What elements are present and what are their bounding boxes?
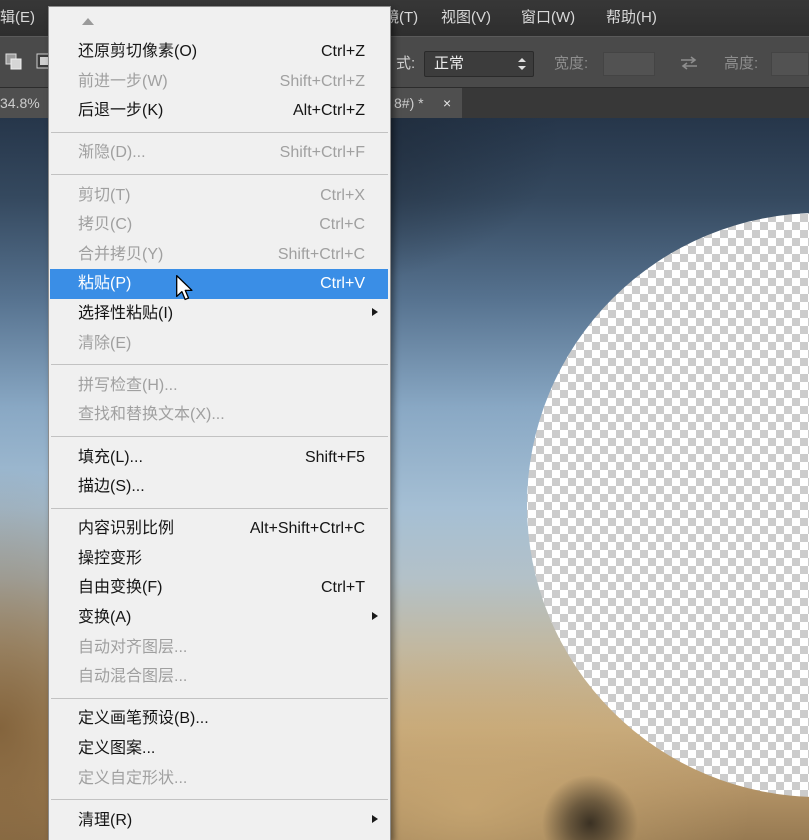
- menu-item-fade: 渐隐(D)... Shift+Ctrl+F: [49, 138, 390, 168]
- menu-item-shortcut: Alt+Shift+Ctrl+C: [249, 520, 365, 538]
- submenu-arrow-icon: [372, 814, 378, 823]
- scroll-up-arrow-icon: [82, 18, 94, 25]
- menu-item-label: 合并拷贝(Y): [78, 245, 164, 263]
- menu-item-label: 剪切(T): [78, 186, 131, 204]
- menu-item-copy: 拷贝(C) Ctrl+C: [49, 210, 390, 240]
- menu-separator: [49, 430, 390, 443]
- mouse-cursor-icon: [176, 275, 193, 301]
- menu-scroll-up[interactable]: [49, 7, 390, 37]
- submenu-arrow-icon: [372, 307, 378, 316]
- menu-item-label: 拷贝(C): [78, 216, 133, 234]
- menu-separator: [49, 358, 390, 371]
- height-label: 高度:: [724, 55, 759, 72]
- menu-separator: [49, 793, 390, 806]
- menu-item-label: 自由变换(F): [78, 579, 163, 597]
- menu-item-step-backward[interactable]: 后退一步(K) Alt+Ctrl+Z: [49, 96, 390, 126]
- menu-item-define-custom-shape: 定义自定形状...: [49, 764, 390, 794]
- menu-item-label: 拼写检查(H)...: [78, 376, 178, 394]
- menu-item-shortcut: Ctrl+T: [321, 579, 365, 597]
- menu-item-find-replace-text: 查找和替换文本(X)...: [49, 400, 390, 430]
- menu-item-content-aware-scale[interactable]: 内容识别比例 Alt+Shift+Ctrl+C: [49, 514, 390, 544]
- tool-preset-icon[interactable]: [5, 53, 23, 71]
- menu-item-step-forward: 前进一步(W) Shift+Ctrl+Z: [49, 67, 390, 97]
- menu-item-paste[interactable]: 粘贴(P) Ctrl+V: [49, 269, 390, 299]
- menu-item-label: 粘贴(P): [78, 275, 132, 293]
- menu-item-transform[interactable]: 变换(A): [49, 603, 390, 633]
- menu-item-cut: 剪切(T) Ctrl+X: [49, 181, 390, 211]
- menu-item-label: 渐隐(D)...: [78, 144, 146, 162]
- submenu-arrow-icon: [372, 611, 378, 620]
- menu-edit[interactable]: 辑(E): [0, 0, 35, 36]
- menu-item-auto-align-layers: 自动对齐图层...: [49, 633, 390, 663]
- menu-item-stroke[interactable]: 描边(S)...: [49, 472, 390, 502]
- menu-item-label: 还原剪切像素(O): [78, 43, 198, 60]
- menu-item-label: 描边(S)...: [78, 478, 145, 496]
- menu-item-shortcut: Ctrl+X: [320, 186, 365, 204]
- menu-separator: [49, 126, 390, 139]
- style-label: 式:: [396, 55, 416, 72]
- menu-item-purge[interactable]: 清理(R): [49, 806, 390, 836]
- menu-item-label: 内容识别比例: [78, 520, 175, 538]
- menu-item-shortcut: Ctrl+Z: [321, 43, 365, 60]
- menu-item-label: 查找和替换文本(X)...: [78, 406, 225, 424]
- close-tab-icon[interactable]: ×: [443, 88, 451, 118]
- style-select[interactable]: 正常: [424, 51, 534, 77]
- menu-item-shortcut: Shift+F5: [304, 448, 365, 466]
- menu-item-paste-special[interactable]: 选择性粘贴(I): [49, 299, 390, 329]
- menu-item-shortcut: Alt+Ctrl+Z: [292, 102, 365, 120]
- menu-item-label: 操控变形: [78, 549, 143, 567]
- edit-menu-dropdown: 还原剪切像素(O) Ctrl+Z 前进一步(W) Shift+Ctrl+Z 后退…: [48, 6, 391, 840]
- menu-separator: [49, 168, 390, 181]
- menu-item-shortcut: Ctrl+V: [320, 275, 365, 293]
- menu-item-label: 定义图案...: [78, 740, 156, 758]
- menu-separator: [49, 502, 390, 515]
- height-input[interactable]: [771, 52, 809, 76]
- menu-item-label: 清理(R): [78, 811, 133, 829]
- select-arrows-icon: [518, 58, 526, 70]
- document-tab-title[interactable]: 8#) *: [394, 88, 424, 118]
- menu-item-label: 填充(L)...: [78, 448, 143, 466]
- menu-item-label: 定义画笔预设(B)...: [78, 710, 209, 728]
- menu-item-clear: 清除(E): [49, 329, 390, 359]
- menu-item-puppet-warp[interactable]: 操控变形: [49, 544, 390, 574]
- swap-dimensions-icon[interactable]: [679, 56, 699, 70]
- width-input[interactable]: [603, 52, 655, 76]
- menu-item-label: 变换(A): [78, 609, 132, 627]
- menu-item-copy-merged: 合并拷贝(Y) Shift+Ctrl+C: [49, 240, 390, 270]
- menu-item-label: 定义自定形状...: [78, 769, 188, 787]
- menu-window[interactable]: 窗口(W): [521, 0, 575, 36]
- menu-help[interactable]: 帮助(H): [606, 0, 657, 36]
- menu-item-shortcut: Shift+Ctrl+F: [279, 144, 365, 162]
- menu-item-label: 自动对齐图层...: [78, 638, 188, 656]
- menu-item-label: 选择性粘贴(I): [78, 304, 174, 322]
- menu-item-auto-blend-layers: 自动混合图层...: [49, 662, 390, 692]
- menu-item-label: 清除(E): [78, 334, 132, 352]
- menu-item-label: 前进一步(W): [78, 72, 168, 90]
- zoom-level-text: 34.8%: [0, 95, 40, 111]
- style-select-value: 正常: [434, 55, 465, 72]
- menu-item-label: 后退一步(K): [78, 102, 164, 120]
- menu-item-check-spelling: 拼写检查(H)...: [49, 371, 390, 401]
- width-label: 宽度:: [554, 55, 589, 72]
- menu-item-define-pattern[interactable]: 定义图案...: [49, 734, 390, 764]
- menu-view[interactable]: 视图(V): [441, 0, 491, 36]
- menu-item-shortcut: Ctrl+C: [319, 216, 365, 234]
- checkerboard-circle: [527, 213, 809, 797]
- menu-item-free-transform[interactable]: 自由变换(F) Ctrl+T: [49, 573, 390, 603]
- menu-item-shortcut: Shift+Ctrl+Z: [279, 72, 365, 90]
- menu-item-label: 自动混合图层...: [78, 668, 188, 686]
- menu-item-shortcut: Shift+Ctrl+C: [277, 245, 365, 263]
- menu-item-define-brush-preset[interactable]: 定义画笔预设(B)...: [49, 704, 390, 734]
- menu-item-undo-cut-pixels[interactable]: 还原剪切像素(O) Ctrl+Z: [49, 37, 390, 67]
- menu-separator: [49, 692, 390, 705]
- menu-item-fill[interactable]: 填充(L)... Shift+F5: [49, 443, 390, 473]
